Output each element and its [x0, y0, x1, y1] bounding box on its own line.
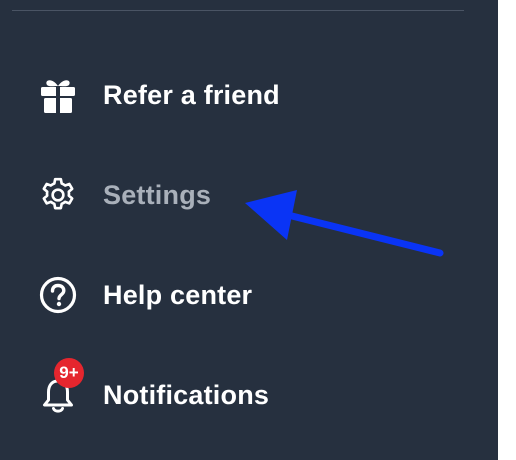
sidebar-item-settings[interactable]: Settings [36, 171, 416, 219]
gear-icon [36, 173, 80, 217]
notification-count-badge: 9+ [54, 358, 84, 388]
divider [12, 10, 464, 11]
bell-icon: 9+ [36, 358, 84, 417]
sidebar-item-notifications[interactable]: 9+ Notifications [36, 358, 416, 419]
gift-icon [36, 73, 80, 117]
sidebar-item-label: Settings [103, 179, 212, 210]
sidebar-item-label: Help center [103, 279, 253, 310]
sidebar-item-label: Notifications [103, 379, 270, 410]
sidebar-item-label: Refer a friend [103, 79, 280, 110]
question-circle-icon [36, 273, 80, 317]
sidebar-item-refer-a-friend[interactable]: Refer a friend [36, 71, 416, 119]
sidebar-menu: Refer a friend Settings Help center 9+ N… [0, 0, 498, 460]
sidebar-item-help-center[interactable]: Help center [36, 271, 416, 319]
